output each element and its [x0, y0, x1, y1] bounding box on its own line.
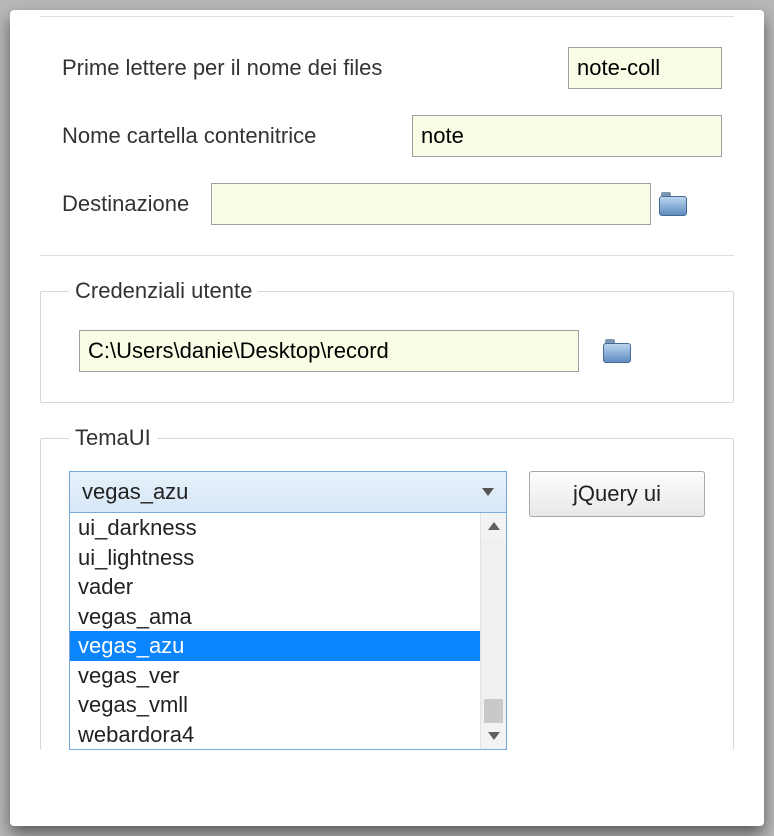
destination-label: Destinazione — [62, 191, 189, 217]
theme-option[interactable]: ui_lightness — [70, 543, 480, 573]
folder-icon — [603, 339, 631, 363]
theme-option[interactable]: ui_darkness — [70, 513, 480, 543]
theme-legend: TemaUI — [69, 425, 157, 451]
folder-icon — [659, 192, 687, 216]
destination-input[interactable] — [211, 183, 651, 225]
credentials-browse-button[interactable] — [599, 333, 635, 369]
scroll-down-button[interactable] — [481, 723, 506, 749]
theme-selected-text: vegas_azu — [82, 479, 188, 505]
chevron-down-icon — [482, 488, 494, 496]
theme-option[interactable]: webardora4 — [70, 720, 480, 750]
theme-option[interactable]: vegas_ama — [70, 602, 480, 632]
theme-option[interactable]: vegas_ver — [70, 661, 480, 691]
theme-dropdown: ui_darknessui_lightnessvadervegas_amaveg… — [70, 512, 506, 749]
chevron-up-icon — [488, 522, 500, 530]
credentials-path-input[interactable] — [79, 330, 579, 372]
theme-group: TemaUI vegas_azu ui_darknessui_lightness… — [40, 425, 734, 750]
credentials-group: Credenziali utente — [40, 278, 734, 403]
theme-option[interactable]: vegas_azu — [70, 631, 480, 661]
jquery-ui-button[interactable]: jQuery ui — [529, 471, 705, 517]
credentials-legend: Credenziali utente — [69, 278, 258, 304]
settings-panel: Prime lettere per il nome dei files Nome… — [10, 10, 764, 826]
folder-name-label: Nome cartella contenitrice — [62, 123, 316, 149]
file-prefix-label: Prime lettere per il nome dei files — [62, 55, 382, 81]
folder-name-input[interactable] — [412, 115, 722, 157]
files-section: Prime lettere per il nome dei files Nome… — [22, 17, 752, 255]
destination-browse-button[interactable] — [655, 186, 691, 222]
scroll-up-button[interactable] — [481, 513, 506, 539]
separator-1 — [40, 255, 734, 256]
chevron-down-icon — [488, 732, 500, 740]
theme-combobox-head[interactable]: vegas_azu — [70, 472, 506, 512]
file-prefix-input[interactable] — [568, 47, 722, 89]
theme-option[interactable]: vader — [70, 572, 480, 602]
theme-option[interactable]: vegas_vmll — [70, 690, 480, 720]
dropdown-scrollbar[interactable] — [480, 513, 506, 749]
theme-combobox[interactable]: vegas_azu ui_darknessui_lightnessvaderve… — [69, 471, 507, 750]
